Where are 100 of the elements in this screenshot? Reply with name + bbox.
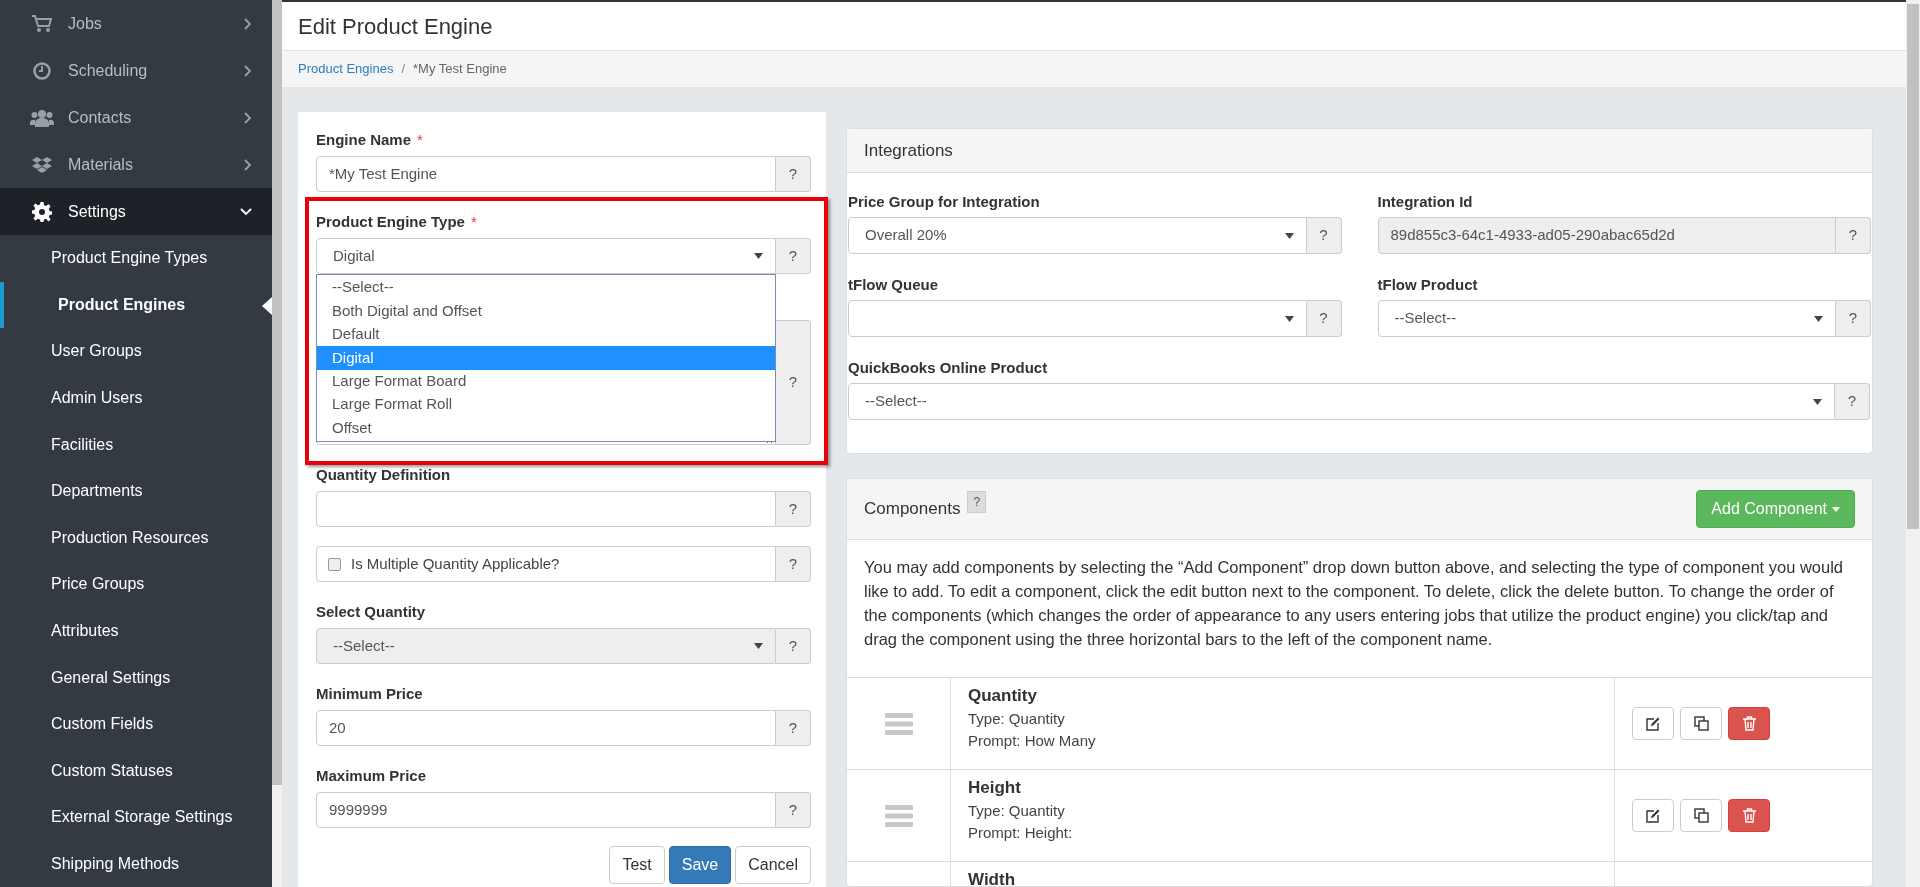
- dropdown-option[interactable]: Large Format Board: [317, 369, 775, 393]
- sidebar-subitem[interactable]: Admin Users: [0, 374, 272, 422]
- sidebar-item[interactable]: Contacts: [0, 94, 272, 141]
- field-label: Maximum Price: [316, 766, 427, 785]
- text-field[interactable]: [316, 491, 776, 527]
- sidebar-subitem[interactable]: Facilities: [0, 421, 272, 468]
- sidebar-subitem[interactable]: General Settings: [0, 654, 272, 701]
- settings-icon: [32, 201, 52, 222]
- breadcrumb-current: *My Test Engine: [413, 60, 507, 79]
- copy-icon: [1693, 716, 1709, 731]
- checkbox[interactable]: [328, 557, 341, 571]
- field-label: Product Engine Type: [316, 212, 465, 231]
- trash-icon: [1742, 808, 1756, 823]
- edit-icon: [1646, 808, 1660, 823]
- field-label: Select Quantity: [316, 602, 426, 621]
- sidebar-subitem[interactable]: Departments: [0, 467, 272, 515]
- dropdown-option[interactable]: Default: [317, 322, 775, 347]
- form-button[interactable]: Test: [609, 846, 665, 884]
- copy-icon: [1693, 808, 1709, 823]
- trash-icon: [1742, 716, 1756, 731]
- scrollbar-thumb[interactable]: [1907, 4, 1919, 529]
- copy-button[interactable]: [1680, 799, 1722, 832]
- component-type: Type: Quantity: [968, 801, 1066, 821]
- required-mark: *: [470, 212, 477, 231]
- select-field[interactable]: --Select--: [1377, 300, 1836, 337]
- copy-button[interactable]: [1680, 707, 1722, 740]
- edit-button[interactable]: [1632, 707, 1674, 740]
- breadcrumb-link[interactable]: Product Engines: [298, 59, 394, 79]
- chevron-right-icon: [244, 111, 252, 124]
- text-field[interactable]: 20: [316, 710, 776, 746]
- panel-title: Integrations: [864, 139, 953, 162]
- component-name: Width: [968, 869, 1017, 886]
- text-field[interactable]: *My Test Engine: [316, 156, 776, 192]
- dropdown-option[interactable]: Both Digital and Offset: [317, 299, 775, 323]
- components-description: You may add components by selecting the “Add Component” drop down button above, and selecting the type of component you would like to add. To edit a component, click the edit button next to the component. To delete, click the delete button. To change the order of the components (which changes the order of appearance to any users entering jobs that utilize the product engine) you click/tap and drag the component using the three horizontal bars to the left of the component name.: [847, 540, 1872, 678]
- help-button[interactable]: ?: [1836, 300, 1871, 337]
- sidebar-subitem[interactable]: Production Resources: [0, 514, 272, 562]
- dropdown-option[interactable]: Offset: [317, 416, 775, 440]
- field-label: tFlow Queue: [848, 276, 938, 293]
- edit-button[interactable]: [1632, 799, 1674, 832]
- help-button[interactable]: ?: [1835, 383, 1870, 420]
- sidebar-subitem[interactable]: External Storage Settings: [0, 794, 272, 841]
- help-button[interactable]: ?: [776, 491, 811, 527]
- help-button[interactable]: ?: [776, 546, 811, 582]
- users-icon: [30, 108, 54, 127]
- select-field[interactable]: Digital: [316, 238, 776, 274]
- sidebar-subitem[interactable]: Price Groups: [0, 561, 272, 608]
- caret-down-icon: [754, 643, 763, 649]
- field-label: tFlow Product: [1377, 276, 1478, 293]
- sidebar-item[interactable]: Scheduling: [0, 47, 272, 94]
- chevron-down-icon: [240, 207, 252, 216]
- sidebar-subitem[interactable]: Product Engine Types: [0, 235, 272, 282]
- sidebar-subitem[interactable]: Custom Statuses: [0, 747, 272, 795]
- form-button[interactable]: Save: [668, 846, 732, 884]
- help-button[interactable]: ?: [776, 710, 811, 746]
- cart-icon: [32, 14, 52, 33]
- help-button[interactable]: ?: [1306, 300, 1342, 337]
- checkbox-label: Is Multiple Quantity Applicable?: [351, 553, 560, 574]
- clock-icon: [33, 61, 51, 80]
- component-name: Quantity: [968, 685, 1038, 707]
- help-button[interactable]: ?: [776, 792, 811, 828]
- field-label: Minimum Price: [316, 684, 423, 703]
- caret-down-icon: [754, 253, 763, 259]
- help-badge[interactable]: ?: [967, 491, 987, 513]
- sidebar-item[interactable]: Settings: [0, 188, 272, 235]
- delete-button[interactable]: [1728, 707, 1770, 740]
- text-field[interactable]: 9999999: [316, 792, 776, 828]
- select-field[interactable]: Overall 20%: [848, 217, 1307, 254]
- help-button[interactable]: ?: [776, 238, 811, 274]
- delete-button[interactable]: [1728, 799, 1770, 832]
- breadcrumb-separator: /: [401, 60, 406, 79]
- help-button[interactable]: ?: [776, 156, 811, 192]
- chevron-right-icon: [244, 64, 252, 77]
- edit-icon: [1646, 716, 1660, 731]
- select-field[interactable]: --Select--: [848, 383, 1835, 420]
- dropdown-option[interactable]: --Select--: [317, 276, 775, 300]
- caret-down-icon: [1813, 398, 1822, 405]
- sidebar-subitem[interactable]: Attributes: [0, 607, 272, 655]
- sidebar-item[interactable]: Jobs: [0, 0, 272, 47]
- drag-handle-icon[interactable]: [884, 712, 913, 735]
- drag-handle-icon[interactable]: [884, 804, 913, 827]
- form-button[interactable]: Cancel: [735, 846, 811, 884]
- sidebar-item[interactable]: Materials: [0, 141, 272, 188]
- component-type: Type: Quantity: [968, 709, 1066, 729]
- caret-down-icon: [1284, 315, 1294, 322]
- select-field[interactable]: [848, 300, 1307, 337]
- sidebar-subitem[interactable]: Shipping Methods: [0, 840, 272, 887]
- sidebar-subitem[interactable]: User Groups: [0, 328, 272, 375]
- panel-title: Components: [864, 498, 961, 521]
- help-button[interactable]: ?: [776, 320, 811, 445]
- component-prompt: Prompt: Height:: [968, 823, 1074, 843]
- chevron-right-icon: [244, 17, 252, 30]
- help-button[interactable]: ?: [1306, 217, 1342, 254]
- scrollbar-thumb[interactable]: [272, 0, 282, 785]
- caret-down-icon: [1832, 506, 1840, 512]
- field-label: Engine Name: [316, 130, 412, 149]
- sidebar-subitem[interactable]: Custom Fields: [0, 700, 272, 748]
- dropdown-option[interactable]: Large Format Roll: [317, 392, 775, 417]
- caret-down-icon: [1284, 232, 1294, 239]
- field-label: Integration Id: [1377, 193, 1473, 210]
